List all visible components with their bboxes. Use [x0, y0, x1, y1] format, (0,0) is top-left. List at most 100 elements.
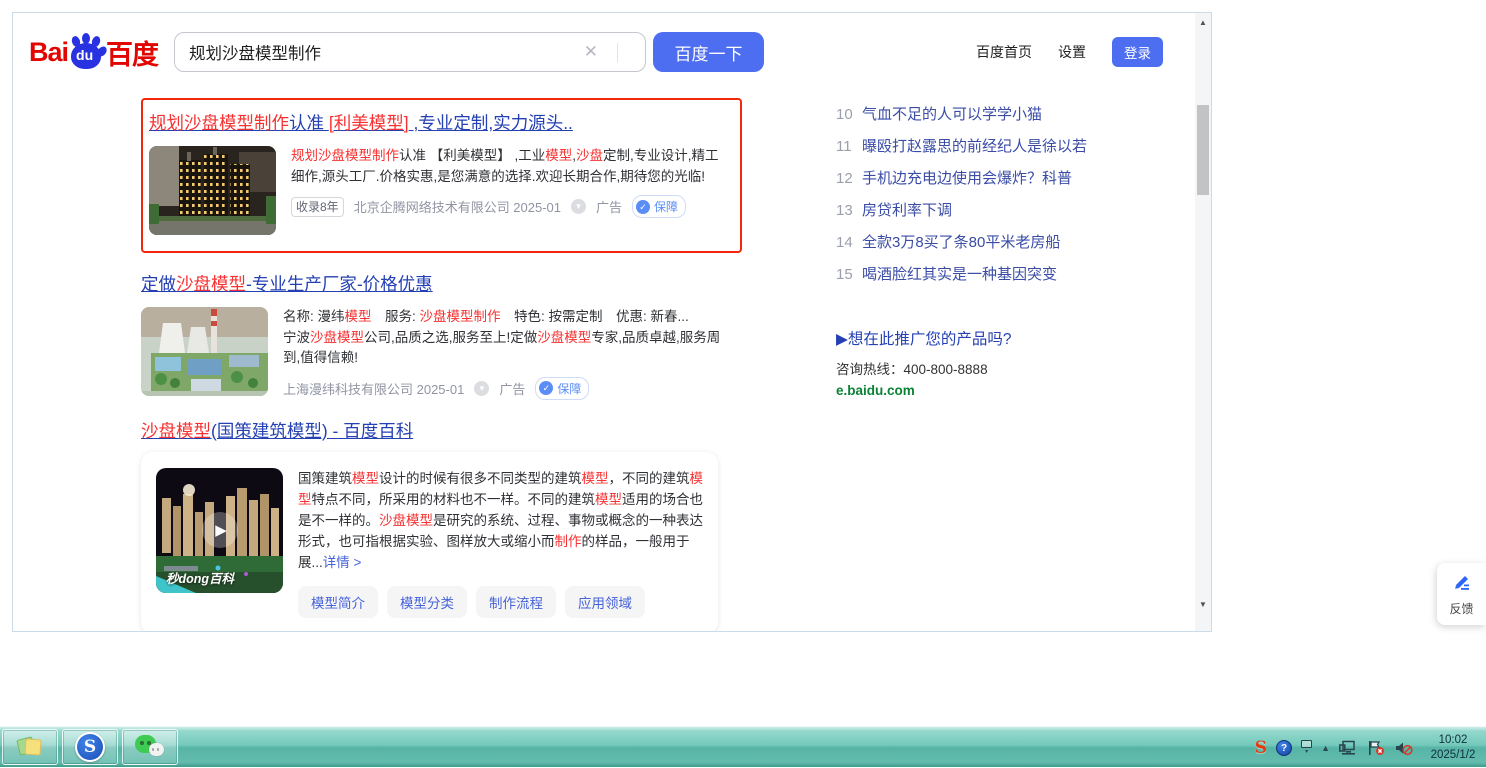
play-button[interactable]: ▶	[202, 512, 238, 548]
result-1-meta: 收录8年 北京企腾网络技术有限公司 2025-01 ▾ 广告 ✓ 保障	[291, 195, 729, 218]
guarantee-badge[interactable]: ✓ 保障	[535, 377, 589, 400]
hot-text: 全款3万8买了条80平米老房船	[862, 227, 1060, 259]
guarantee-badge[interactable]: ✓ 保障	[632, 195, 686, 218]
result-2-thumbnail[interactable]	[141, 307, 268, 396]
tag-application-field[interactable]: 应用领域	[565, 586, 645, 618]
baidu-paw-icon: du	[69, 34, 105, 70]
hot-search-sidebar: 10 气血不足的人可以学学小猫 11 曝殴打赵露思的前经纪人是徐以若 12 手机…	[836, 98, 1191, 631]
ad-promo-block: ▶想在此推广您的产品吗? 咨询热线：400-800-8888 e.baidu.c…	[836, 327, 1191, 398]
hot-item-12[interactable]: 12 手机边充电边使用会爆炸？科普	[836, 163, 1191, 195]
result-2-title-link[interactable]: 定做沙盘模型-专业生产厂家-价格优惠	[141, 272, 433, 296]
scroll-down-arrow-icon[interactable]: ▼	[1195, 597, 1211, 613]
sticky-notes-taskbar-button[interactable]	[2, 729, 58, 765]
result-3-title-link[interactable]: 沙盘模型(国策建筑模型) - 百度百科	[141, 419, 413, 443]
hot-text: 喝酒脸红其实是一种基因突变	[862, 259, 1057, 291]
result-2-attributes: 名称: 漫纬模型 服务: 沙盘模型制作 特色: 按需定制 优惠: 新春...	[283, 307, 721, 328]
result-2-meta: 上海漫纬科技有限公司 2025-01 ▾ 广告 ✓ 保障	[283, 377, 721, 400]
scrollbar-thumb[interactable]	[1197, 105, 1209, 195]
result-1-title-link[interactable]: 规划沙盘模型制作认准 [利美模型] ,专业定制,实力源头..	[149, 111, 573, 135]
ime-toolbar-icon[interactable]: ▾	[1301, 740, 1312, 755]
result-1-body: 规划沙盘模型制作认准 【利美模型】 ,工业模型,沙盘定制,专业设计,精工细作,源…	[149, 146, 728, 235]
hot-text: 手机边充电边使用会爆炸？科普	[862, 163, 1072, 195]
hot-item-11[interactable]: 11 曝殴打赵露思的前经纪人是徐以若	[836, 131, 1191, 163]
check-icon: ✓	[636, 200, 650, 214]
tag-model-intro[interactable]: 模型简介	[298, 586, 378, 618]
result-2: 定做沙盘模型-专业生产厂家-价格优惠	[141, 272, 742, 400]
feedback-label: 反馈	[1437, 600, 1486, 617]
plant-model-image	[141, 307, 268, 396]
result-3-description: 国策建筑模型设计的时候有很多不同类型的建筑模型，不同的建筑模型特点不同，所采用的…	[298, 468, 703, 573]
login-button[interactable]: 登录	[1112, 37, 1163, 67]
volume-muted-icon[interactable]	[1394, 740, 1413, 756]
hot-item-10[interactable]: 10 气血不足的人可以学学小猫	[836, 99, 1191, 131]
pencil-icon	[1452, 572, 1472, 592]
result-1-thumbnail[interactable]	[149, 146, 276, 235]
show-hidden-icons-button[interactable]: ▲	[1321, 743, 1330, 753]
hot-rank: 10	[836, 99, 862, 131]
sogou-ime-icon[interactable]: S	[1255, 738, 1267, 758]
search-header: Bai du 百度 ✕ 百度一下 百度首页 设置 登录	[13, 13, 1211, 91]
result-3: 沙盘模型(国策建筑模型) - 百度百科	[141, 419, 742, 632]
result-2-description: 宁波沙盘模型公司,品质之选,服务至上!定做沙盘模型专家,品质卓越,服务周到,值得…	[283, 328, 721, 369]
wechat-icon	[135, 734, 165, 760]
result-3-text: 国策建筑模型设计的时候有很多不同类型的建筑模型，不同的建筑模型特点不同，所采用的…	[298, 468, 703, 618]
feedback-button[interactable]: 反馈	[1437, 563, 1486, 625]
clock-time: 10:02	[1424, 733, 1482, 748]
chevron-down-icon[interactable]: ▾	[474, 381, 489, 396]
tag-model-category[interactable]: 模型分类	[387, 586, 467, 618]
system-tray: S ? ▾ ▲	[1255, 727, 1482, 768]
hot-rank: 13	[836, 195, 862, 227]
scroll-up-arrow-icon[interactable]: ▲	[1195, 15, 1211, 31]
search-button[interactable]: 百度一下	[653, 32, 764, 72]
taskbar-clock[interactable]: 10:02 2025/1/2	[1424, 733, 1482, 763]
logo-text-cn: 百度	[106, 33, 158, 72]
hot-item-14[interactable]: 14 全款3万8买了条80平米老房船	[836, 227, 1191, 259]
indexed-years-badge: 收录8年	[291, 197, 344, 217]
result-1-text: 规划沙盘模型制作认准 【利美模型】 ,工业模型,沙盘定制,专业设计,精工细作,源…	[291, 146, 729, 235]
result-2-source: 上海漫纬科技有限公司 2025-01	[283, 379, 464, 398]
taskbar-apps: S	[2, 729, 178, 765]
hot-item-15[interactable]: 15 喝酒脸红其实是一种基因突变	[836, 259, 1191, 291]
hot-rank: 12	[836, 163, 862, 195]
result-3-video-thumbnail[interactable]: ▶ 秒dong百科	[156, 468, 283, 593]
nav-baidu-home[interactable]: 百度首页	[976, 42, 1032, 62]
hot-item-13[interactable]: 13 房贷利率下调	[836, 195, 1191, 227]
guarantee-label: 保障	[654, 198, 678, 215]
ad-label: 广告	[596, 197, 622, 216]
action-center-flag-icon[interactable]	[1367, 740, 1385, 756]
result-2-body: 名称: 漫纬模型 服务: 沙盘模型制作 特色: 按需定制 优惠: 新春... 宁…	[141, 307, 742, 400]
tag-making-process[interactable]: 制作流程	[476, 586, 556, 618]
clock-date: 2025/1/2	[1424, 748, 1482, 763]
promo-hotline: 咨询热线：400-800-8888	[836, 358, 1191, 378]
sogou-browser-taskbar-button[interactable]: S	[62, 729, 118, 765]
wechat-taskbar-button[interactable]	[122, 729, 178, 765]
network-icon[interactable]	[1339, 740, 1358, 756]
ime-help-icon[interactable]: ?	[1276, 740, 1292, 756]
play-icon: ▶	[212, 521, 227, 539]
baike-tags: 模型简介 模型分类 制作流程 应用领域	[298, 586, 703, 618]
promo-title-link[interactable]: ▶想在此推广您的产品吗?	[836, 327, 1191, 349]
hot-text: 气血不足的人可以学学小猫	[862, 99, 1042, 131]
video-watermark: 秒dong百科	[166, 568, 234, 587]
ad-label: 广告	[499, 379, 525, 398]
logo-text-du: du	[76, 47, 93, 63]
results-page: 规划沙盘模型制作认准 [利美模型] ,专业定制,实力源头..	[13, 91, 1195, 631]
result-3-body: ▶ 秒dong百科 国策建筑模型设计的时候有很多不同类型的建筑模型，不同的建筑模…	[156, 468, 703, 618]
sticky-notes-icon	[17, 735, 43, 759]
header-nav: 百度首页 设置 登录	[976, 13, 1163, 91]
chevron-down-icon[interactable]: ▾	[571, 199, 586, 214]
baike-card: ▶ 秒dong百科 国策建筑模型设计的时候有很多不同类型的建筑模型，不同的建筑模…	[141, 452, 718, 632]
clear-search-icon[interactable]: ✕	[584, 41, 598, 63]
promo-url-link[interactable]: e.baidu.com	[836, 383, 1191, 398]
logo-text-bai: Bai	[29, 37, 68, 68]
nav-settings[interactable]: 设置	[1058, 42, 1086, 62]
baidu-logo[interactable]: Bai du 百度	[29, 33, 158, 72]
page-scrollbar[interactable]: ▲ ▼	[1195, 13, 1211, 631]
hot-text: 曝殴打赵露思的前经纪人是徐以若	[862, 131, 1087, 163]
hot-text: 房贷利率下调	[862, 195, 952, 227]
input-separator	[617, 43, 618, 62]
search-input-box: ✕	[174, 32, 646, 72]
result-2-text: 名称: 漫纬模型 服务: 沙盘模型制作 特色: 按需定制 优惠: 新春... 宁…	[283, 307, 721, 400]
search-input[interactable]	[174, 32, 646, 72]
building-model-image	[149, 146, 276, 235]
